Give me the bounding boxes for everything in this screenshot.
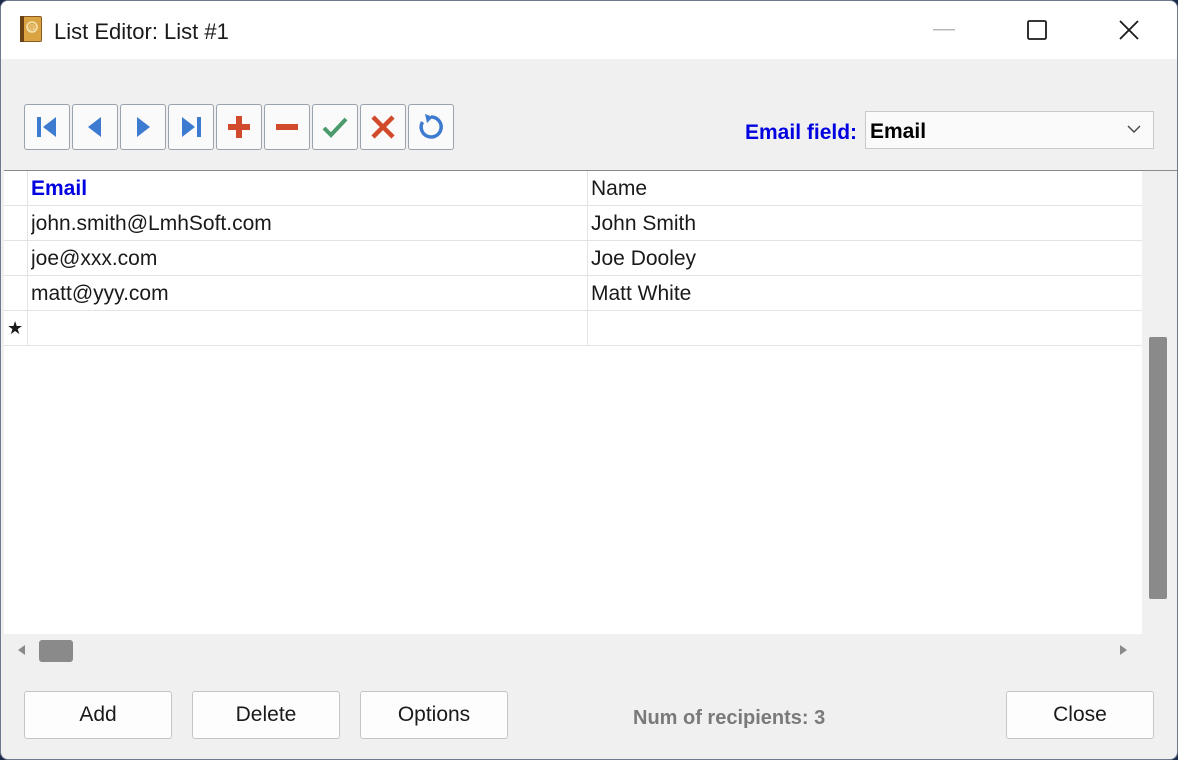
window-title: List Editor: List #1 (54, 19, 229, 44)
refresh-icon (419, 114, 443, 139)
last-record-icon (182, 117, 201, 137)
vertical-scrollbar[interactable] (1142, 171, 1177, 634)
email-field-value: Email (870, 120, 927, 143)
chevron-down-icon (1127, 125, 1141, 133)
new-row-indicator[interactable]: ★ (4, 311, 28, 345)
star-icon: ★ (7, 318, 24, 338)
table-row[interactable]: joe@xxx.com Joe Dooley (4, 241, 1142, 276)
maximize-button[interactable] (991, 1, 1083, 59)
email-field-label: Email field: (745, 121, 858, 144)
next-record-button[interactable] (120, 104, 166, 150)
svg-text:@: @ (28, 23, 36, 32)
title-bar: @ List Editor: List #1 (1, 1, 1177, 59)
new-record-row[interactable]: ★ (4, 311, 1142, 346)
address-book-icon: @ (20, 16, 42, 42)
scroll-left-icon[interactable] (18, 645, 25, 655)
table-row[interactable]: john.smith@LmhSoft.com John Smith (4, 206, 1142, 241)
prior-record-button[interactable] (72, 104, 118, 150)
column-header-name[interactable]: Name (591, 171, 1136, 205)
navigator-toolbar (24, 104, 454, 150)
table-row[interactable]: matt@yyy.com Matt White (4, 276, 1142, 311)
refresh-data-button[interactable] (408, 104, 454, 150)
plus-icon (228, 116, 250, 138)
options-button[interactable]: Options (360, 691, 508, 739)
email-field-select[interactable]: Email (865, 111, 1154, 149)
horizontal-scrollbar[interactable] (4, 634, 1142, 668)
list-editor-window: @ List Editor: List #1 Email field: Emai… (0, 0, 1178, 760)
check-icon (322, 117, 348, 138)
email-cell[interactable]: joe@xxx.com (31, 241, 586, 275)
last-record-button[interactable] (168, 104, 214, 150)
close-icon (1119, 20, 1139, 40)
add-button[interactable]: Add (24, 691, 172, 739)
email-cell[interactable]: john.smith@LmhSoft.com (31, 206, 586, 240)
name-cell[interactable] (591, 311, 1136, 345)
delete-button[interactable]: Delete (192, 691, 340, 739)
scroll-right-icon[interactable] (1120, 645, 1127, 655)
close-window-button[interactable] (1083, 1, 1175, 59)
post-edit-button[interactable] (312, 104, 358, 150)
row-indicator[interactable] (4, 276, 28, 310)
minimize-icon (933, 29, 955, 31)
next-record-icon (137, 117, 150, 137)
vertical-scroll-thumb[interactable] (1149, 337, 1167, 599)
name-cell[interactable]: Joe Dooley (591, 241, 1136, 275)
name-cell[interactable]: John Smith (591, 206, 1136, 240)
close-button[interactable]: Close (1006, 691, 1154, 739)
grid-header-row: Email Name (4, 171, 1142, 206)
prior-record-icon (88, 117, 101, 137)
first-record-icon (37, 117, 56, 137)
email-cell[interactable] (31, 311, 586, 345)
email-cell[interactable]: matt@yyy.com (31, 276, 586, 310)
cancel-edit-button[interactable] (360, 104, 406, 150)
recipients-grid[interactable]: Email Name john.smith@LmhSoft.com John S… (4, 171, 1142, 634)
recipients-count: Num of recipients: 3 (633, 707, 826, 729)
x-icon (371, 115, 395, 139)
minus-icon (276, 124, 298, 130)
row-indicator[interactable] (4, 241, 28, 275)
row-indicator (4, 171, 28, 205)
first-record-button[interactable] (24, 104, 70, 150)
column-header-email[interactable]: Email (31, 171, 586, 205)
row-indicator[interactable] (4, 206, 28, 240)
delete-record-button[interactable] (264, 104, 310, 150)
name-cell[interactable]: Matt White (591, 276, 1136, 310)
horizontal-scroll-thumb[interactable] (39, 640, 73, 662)
insert-record-button[interactable] (216, 104, 262, 150)
minimize-button[interactable] (899, 1, 991, 59)
maximize-icon (1027, 20, 1047, 40)
